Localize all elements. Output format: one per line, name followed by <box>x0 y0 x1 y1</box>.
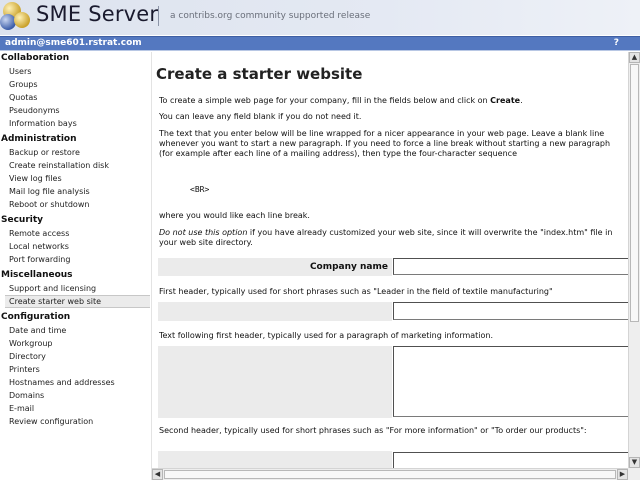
sidebar-item-date-and-time[interactable]: Date and time <box>0 324 152 337</box>
intro-text-start: To create a simple web page for your com… <box>159 96 491 105</box>
sidebar-item-remote-access[interactable]: Remote access <box>0 227 152 240</box>
blank-field-note: You can leave any field blank if you do … <box>159 112 362 121</box>
nav-heading: Configuration <box>1 312 71 322</box>
sidebar-item-create-starter-web-site[interactable]: Create starter web site <box>5 295 150 308</box>
sidebar-item-support-and-licensing[interactable]: Support and licensing <box>0 282 152 295</box>
vertical-scroll-thumb[interactable] <box>630 64 639 322</box>
nav-section-collaboration: Collaboration Users Groups Quotas Pseudo… <box>0 52 152 130</box>
sidebar-item-backup-or-restore[interactable]: Backup or restore <box>0 146 152 159</box>
line-break-note: where you would like each line break. <box>159 211 310 220</box>
brand-separator <box>158 6 159 26</box>
warning-emphasis: Do not use this option <box>159 228 248 237</box>
first-header-label-cell <box>158 302 392 321</box>
sidebar-item-reboot-or-shutdown[interactable]: Reboot or shutdown <box>0 198 152 211</box>
company-name-label: Company name <box>309 262 388 272</box>
nav-heading: Miscellaneous <box>1 270 73 280</box>
second-header-description: Second header, typically used for short … <box>159 426 587 435</box>
sidebar-item-printers[interactable]: Printers <box>0 363 152 376</box>
main-content: Create a starter website To create a sim… <box>152 52 628 468</box>
sidebar-item-port-forwarding[interactable]: Port forwarding <box>0 253 152 266</box>
sidebar-item-quotas[interactable]: Quotas <box>0 91 152 104</box>
sidebar-item-create-reinstallation-disk[interactable]: Create reinstallation disk <box>0 159 152 172</box>
nav-section-configuration: Configuration Date and time Workgroup Di… <box>0 311 152 428</box>
nav-heading: Security <box>1 215 44 225</box>
nav-section-security: Security Remote access Local networks Po… <box>0 214 152 266</box>
nav-section-administration: Administration Backup or restore Create … <box>0 133 152 211</box>
sidebar-item-groups[interactable]: Groups <box>0 78 152 91</box>
scroll-up-arrow-icon[interactable]: ▲ <box>629 52 640 63</box>
help-link[interactable]: ? <box>614 38 619 48</box>
sidebar-item-domains[interactable]: Domains <box>0 389 152 402</box>
scrollbar-corner <box>628 468 640 480</box>
sidebar-item-hostnames-and-addresses[interactable]: Hostnames and addresses <box>0 376 152 389</box>
first-text-description: Text following first header, typically u… <box>159 331 494 340</box>
sidebar-item-information-bays[interactable]: Information bays <box>0 117 152 130</box>
sidebar-item-view-log-files[interactable]: View log files <box>0 172 152 185</box>
first-text-textarea[interactable] <box>393 346 628 417</box>
horizontal-scrollbar[interactable]: ◀ ▶ <box>152 468 628 480</box>
sme-logo-icon <box>0 2 30 30</box>
first-text-label-cell <box>158 346 392 418</box>
nav-heading: Collaboration <box>1 53 70 63</box>
sidebar-item-review-configuration[interactable]: Review configuration <box>0 415 152 428</box>
sidebar-item-directory[interactable]: Directory <box>0 350 152 363</box>
app-header: SME Server a contribs.org community supp… <box>0 0 640 35</box>
second-header-label-cell <box>158 451 392 468</box>
brand-name: SME Server <box>36 2 159 26</box>
sidebar-nav: Collaboration Users Groups Quotas Pseudo… <box>0 52 152 480</box>
first-header-description: First header, typically used for short p… <box>159 287 553 296</box>
overwrite-warning: Do not use this option if you have alrea… <box>159 228 623 248</box>
vertical-scrollbar[interactable]: ▲ ▼ <box>628 52 640 468</box>
sidebar-item-mail-log-analysis[interactable]: Mail log file analysis <box>0 185 152 198</box>
scroll-right-arrow-icon[interactable]: ▶ <box>617 469 628 480</box>
nav-section-miscellaneous: Miscellaneous Support and licensing Crea… <box>0 269 152 308</box>
sidebar-item-local-networks[interactable]: Local networks <box>0 240 152 253</box>
user-bar: admin@sme601.rstrat.com ? <box>0 36 640 51</box>
current-user: admin@sme601.rstrat.com <box>5 38 142 48</box>
intro-create-word: Create <box>490 96 521 105</box>
sidebar-item-workgroup[interactable]: Workgroup <box>0 337 152 350</box>
horizontal-scroll-thumb[interactable] <box>164 470 616 479</box>
scroll-down-arrow-icon[interactable]: ▼ <box>629 457 640 468</box>
brand-tagline: a contribs.org community supported relea… <box>170 11 371 21</box>
intro-text: To create a simple web page for your com… <box>159 96 623 106</box>
sidebar-item-email[interactable]: E-mail <box>0 402 152 415</box>
line-wrap-note: The text that you enter below will be li… <box>159 129 611 158</box>
first-header-input[interactable] <box>393 302 628 320</box>
second-header-input[interactable] <box>393 452 628 468</box>
scroll-left-arrow-icon[interactable]: ◀ <box>152 469 163 480</box>
intro-text-end: . <box>520 96 523 105</box>
company-name-input[interactable] <box>393 258 628 275</box>
page-title: Create a starter website <box>156 65 363 83</box>
nav-heading: Administration <box>1 134 77 144</box>
sidebar-item-pseudonyms[interactable]: Pseudonyms <box>0 104 152 117</box>
sidebar-item-users[interactable]: Users <box>0 65 152 78</box>
br-code-sample: <BR> <box>190 185 210 194</box>
